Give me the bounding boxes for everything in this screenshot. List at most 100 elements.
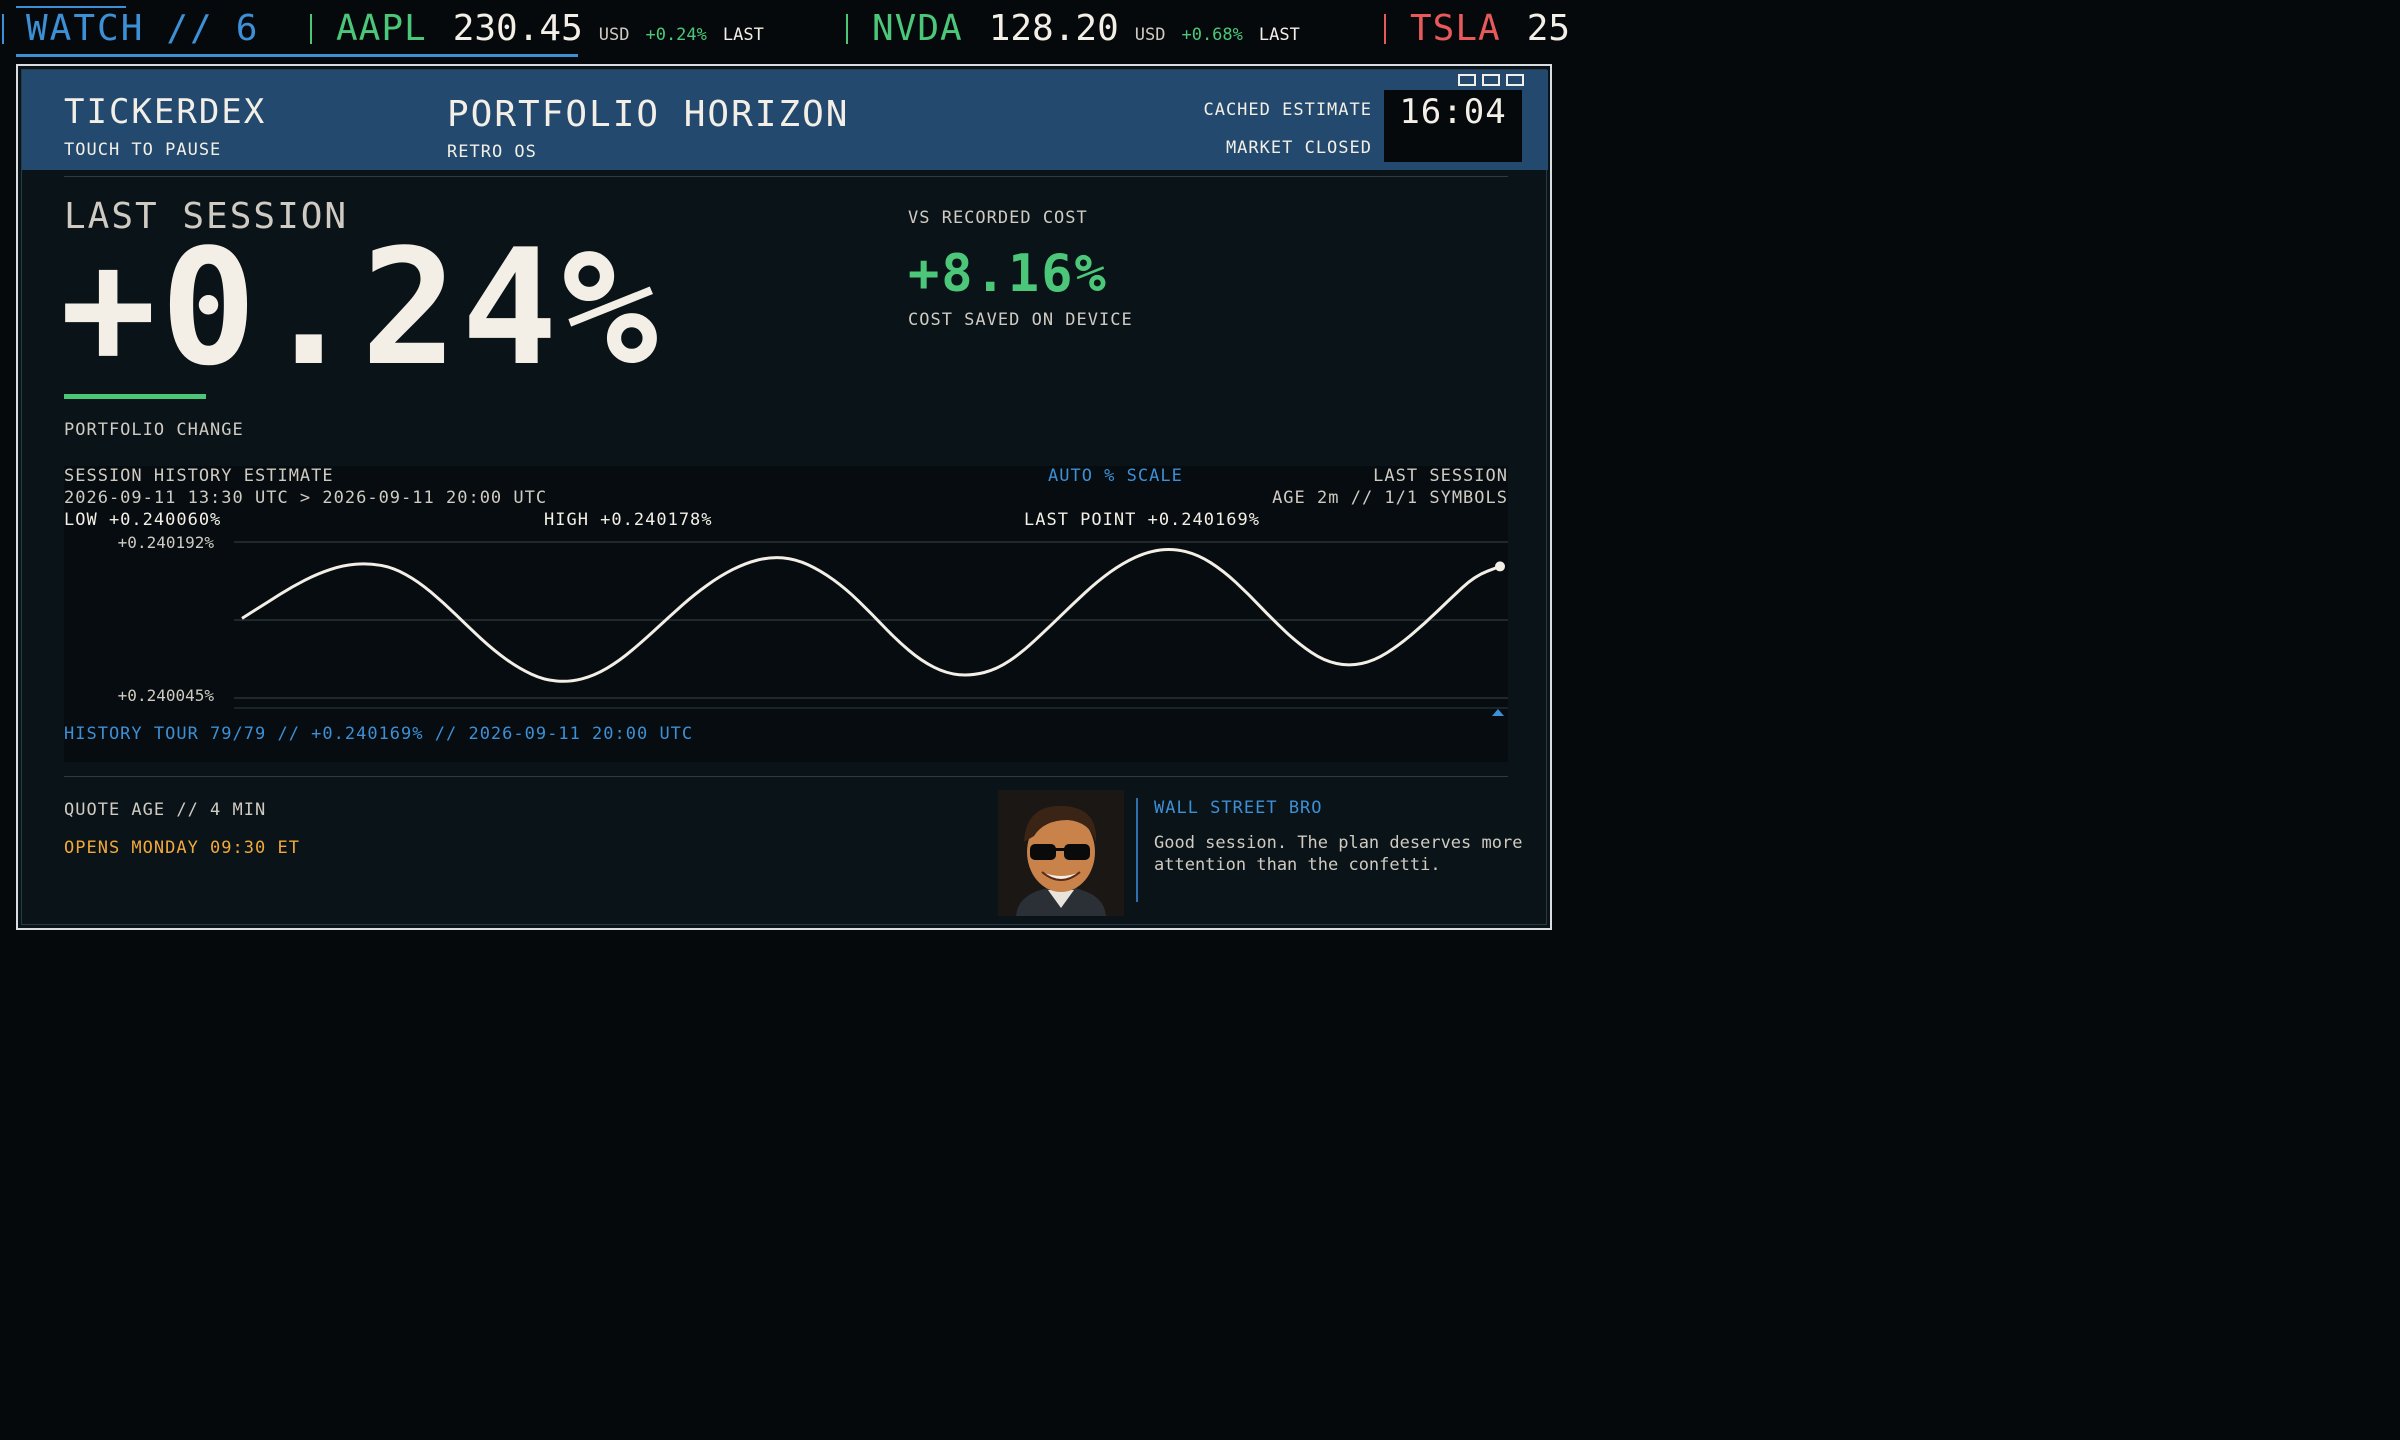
- data-point: [1473, 574, 1476, 577]
- data-point: [291, 585, 294, 588]
- ticker-progress-bar: [16, 54, 578, 57]
- chart-title: SESSION HISTORY ESTIMATE: [64, 466, 334, 486]
- data-point: [1020, 651, 1023, 654]
- data-point: [945, 672, 948, 675]
- data-point: [266, 601, 269, 604]
- history-tour[interactable]: HISTORY TOUR 79/79 // +0.240169% // 2026…: [64, 724, 693, 744]
- ticker-divider: [310, 14, 312, 44]
- data-point: [668, 615, 671, 618]
- data-point: [1121, 562, 1124, 565]
- data-point: [1398, 643, 1401, 646]
- scale-toggle[interactable]: AUTO % SCALE: [1048, 466, 1183, 486]
- close-button[interactable]: [1506, 74, 1524, 86]
- data-point: [920, 659, 923, 662]
- ticker-divider: [846, 14, 848, 44]
- data-point: [693, 593, 696, 596]
- data-point: [794, 557, 797, 560]
- avatar[interactable]: [998, 790, 1124, 916]
- ticker-item-nvda[interactable]: NVDA 128.20 USD +0.68% LAST: [872, 8, 1300, 49]
- ticker-item-tsla[interactable]: TSLA 25: [1410, 8, 1568, 49]
- ticker-divider: [1384, 14, 1386, 44]
- minimize-button[interactable]: [1458, 74, 1476, 86]
- data-point: [1222, 569, 1225, 572]
- data-point: [391, 566, 394, 569]
- market-status: MARKET CLOSED: [1225, 138, 1372, 158]
- window-body: TICKERDEX TOUCH TO PAUSE PORTFOLIO HORIZ…: [21, 69, 1548, 925]
- data-point: [970, 674, 973, 677]
- data-point: [593, 674, 596, 677]
- data-point: [1146, 550, 1149, 553]
- window-controls: [1458, 74, 1524, 86]
- positive-indicator-bar: [64, 394, 206, 399]
- series-line: [241, 547, 1501, 683]
- app-window: TICKERDEX TOUCH TO PAUSE PORTFOLIO HORIZ…: [16, 64, 1552, 930]
- data-point: [819, 569, 822, 572]
- page-title: PORTFOLIO HORIZON: [447, 94, 850, 135]
- data-point: [517, 667, 520, 670]
- data-point: [341, 564, 344, 567]
- session-history-chart[interactable]: SESSION HISTORY ESTIMATE 2026-09-11 13:3…: [64, 466, 1508, 762]
- data-point: [769, 555, 772, 558]
- ticker-strip: WATCH // 6 AAPL 230.45 USD +0.24% LAST N…: [0, 0, 1568, 58]
- app-header: TICKERDEX TOUCH TO PAUSE PORTFOLIO HORIZ…: [22, 70, 1548, 170]
- data-point: [1373, 659, 1376, 662]
- data-point: [316, 572, 319, 575]
- data-point: [492, 649, 495, 652]
- portfolio-change-value: +0.24%: [60, 214, 662, 401]
- chart-session: LAST SESSION: [1373, 466, 1508, 486]
- data-point: [366, 562, 369, 565]
- data-point: [870, 612, 873, 615]
- data-point: [618, 659, 621, 662]
- data-point: [1448, 598, 1451, 601]
- data-point: [1171, 547, 1174, 550]
- watch-label[interactable]: WATCH // 6: [26, 8, 259, 49]
- data-point: [467, 625, 470, 628]
- bro-message: Good session. The plan deserves more att…: [1154, 833, 1523, 875]
- maximize-button[interactable]: [1482, 74, 1500, 86]
- data-point: [1297, 642, 1300, 645]
- quote-accent-bar: [1136, 798, 1138, 902]
- data-point: [568, 681, 571, 684]
- data-point: [1348, 665, 1351, 668]
- brand-title[interactable]: TICKERDEX: [64, 92, 266, 132]
- data-point: [417, 580, 420, 583]
- wall-street-bro-icon: [998, 790, 1124, 916]
- data-point: [1322, 659, 1325, 662]
- data-point: [442, 601, 445, 604]
- chart-range: 2026-09-11 13:30 UTC > 2026-09-11 20:00 …: [64, 488, 548, 508]
- data-point: [1423, 622, 1426, 625]
- data-point: [895, 638, 898, 641]
- ticker-divider: [2, 14, 4, 44]
- cache-status: CACHED ESTIMATE: [1203, 100, 1372, 120]
- divider: [64, 176, 1508, 177]
- data-point: [643, 638, 646, 641]
- data-point: [844, 587, 847, 590]
- data-point: [1096, 580, 1099, 583]
- data-point: [719, 574, 722, 577]
- data-point: [1197, 553, 1200, 556]
- vs-cost-label: VS RECORDED COST: [908, 208, 1088, 228]
- vs-cost-sub: COST SAVED ON DEVICE: [908, 310, 1133, 330]
- last-point-marker[interactable]: [1495, 561, 1505, 572]
- page-subtitle: RETRO OS: [447, 142, 537, 162]
- clock-display: 16:04: [1384, 90, 1522, 162]
- scrub-handle-icon[interactable]: [1492, 709, 1504, 716]
- data-point: [241, 617, 244, 620]
- quote-age: QUOTE AGE // 4 MIN: [64, 800, 267, 820]
- bro-name: WALL STREET BRO: [1154, 798, 1323, 818]
- y-tick-bottom: +0.240045%: [118, 686, 215, 705]
- data-point: [1071, 603, 1074, 606]
- market-open-time: OPENS MONDAY 09:30 ET: [64, 838, 300, 858]
- data-point: [1272, 619, 1275, 622]
- pause-hint[interactable]: TOUCH TO PAUSE: [64, 140, 221, 160]
- y-tick-top: +0.240192%: [118, 533, 215, 552]
- data-point: [744, 562, 747, 565]
- data-point: [1247, 593, 1250, 596]
- vs-cost-value: +8.16%: [908, 244, 1108, 304]
- data-point: [1046, 628, 1049, 631]
- chart-plot[interactable]: +0.240192% +0.240045%: [64, 526, 1508, 716]
- chart-age: AGE 2m // 1/1 SYMBOLS: [1272, 488, 1508, 508]
- data-point: [995, 668, 998, 671]
- ticker-item-aapl[interactable]: AAPL 230.45 USD +0.24% LAST: [336, 8, 764, 49]
- data-point: [542, 678, 545, 681]
